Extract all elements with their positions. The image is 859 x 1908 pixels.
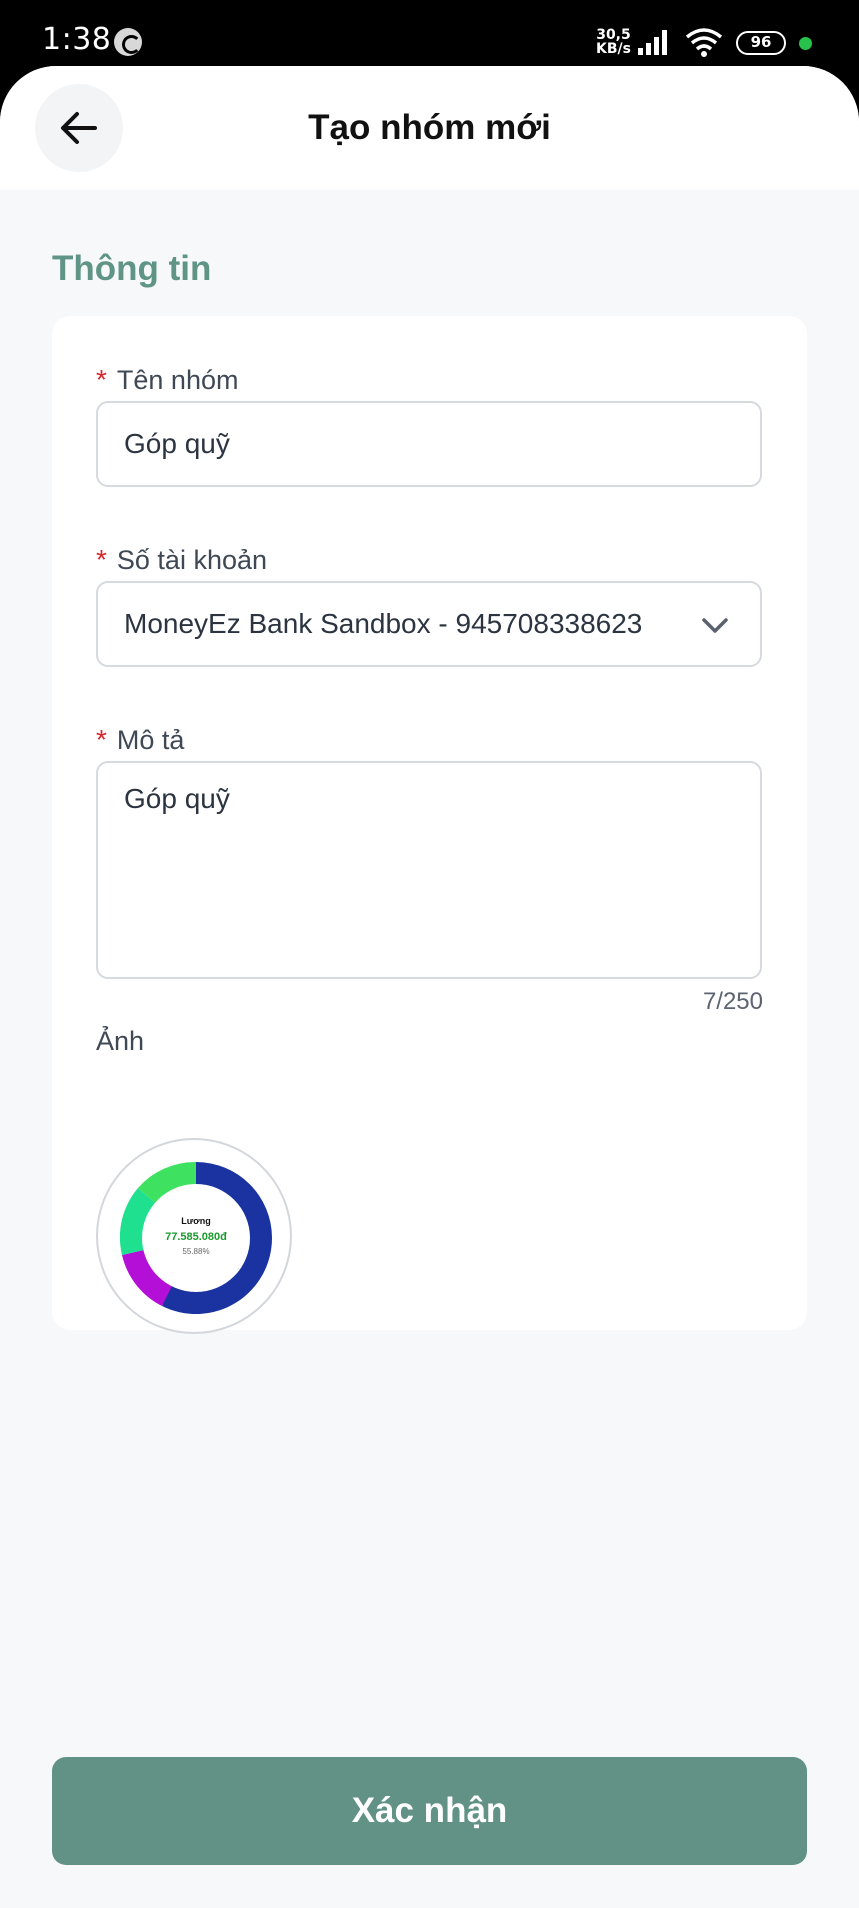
network-speed-value: 30,5 <box>596 27 631 43</box>
wifi-icon <box>685 28 723 57</box>
network-speed: 30,5 KB/s <box>596 28 631 56</box>
account-label: * Số tài khoản <box>96 544 267 576</box>
required-mark: * <box>96 724 107 755</box>
description-textarea[interactable]: Góp quỹ <box>96 761 762 979</box>
status-bar: 1:38 30,5 KB/s 96 <box>0 0 859 70</box>
group-image-thumbnail[interactable]: Lương 77.585.080đ 55.88% <box>96 1138 292 1334</box>
network-speed-unit: KB/s <box>596 41 631 57</box>
privacy-indicator-dot <box>799 37 812 50</box>
group-name-label: * Tên nhóm <box>96 364 238 396</box>
app-header: Tạo nhóm mới <box>0 66 859 190</box>
group-name-label-text: Tên nhóm <box>116 365 239 395</box>
donut-amount: 77.585.080đ <box>165 1231 227 1243</box>
donut-percent: 55.88% <box>182 1247 209 1256</box>
signal-icon <box>638 30 667 55</box>
account-select-value: MoneyEz Bank Sandbox - 945708338623 <box>124 608 643 639</box>
arrow-left-icon <box>61 112 97 144</box>
donut-chart-image: Lương 77.585.080đ 55.88% <box>119 1161 272 1315</box>
character-counter: 7/250 <box>702 988 763 1015</box>
required-mark: * <box>96 364 107 395</box>
confirm-button[interactable]: Xác nhận <box>52 1757 807 1865</box>
image-label: Ảnh <box>96 1026 145 1056</box>
back-button[interactable] <box>35 84 123 172</box>
app-notification-icon <box>114 28 142 56</box>
account-label-text: Số tài khoản <box>116 545 268 575</box>
description-label: * Mô tả <box>96 724 184 756</box>
chevron-down-icon <box>702 618 728 633</box>
group-name-input[interactable]: Góp quỹ <box>96 401 762 487</box>
page-title: Tạo nhóm mới <box>308 108 551 147</box>
description-label-text: Mô tả <box>116 725 185 755</box>
status-time: 1:38 <box>42 22 112 57</box>
info-card: * Tên nhóm Góp quỹ * Số tài khoản MoneyEz … <box>52 316 807 1334</box>
account-select[interactable]: MoneyEz Bank Sandbox - 945708338623 <box>96 581 762 667</box>
required-mark: * <box>96 544 107 575</box>
donut-title: Lương <box>181 1216 210 1226</box>
battery-icon: 96 <box>736 31 786 55</box>
app-screen: Tạo nhóm mới Thông tin * Tên nhóm Góp quỹ… <box>0 66 859 1908</box>
section-title: Thông tin <box>52 249 212 288</box>
